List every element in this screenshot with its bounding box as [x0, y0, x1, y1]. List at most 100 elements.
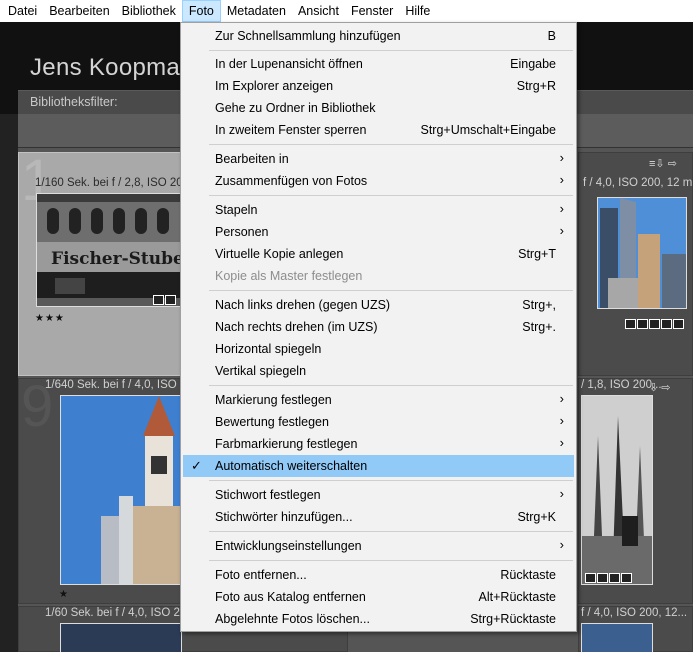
menu-item-label: In zweitem Fenster sperren [215, 123, 367, 137]
menu-item-zweites-fenster[interactable]: In zweitem Fenster sperren Strg+Umschalt… [183, 119, 574, 141]
left-panel-collapsed[interactable]: ◂ [0, 114, 18, 652]
menu-hilfe[interactable]: Hilfe [399, 0, 436, 22]
menu-item-label: Personen [215, 225, 269, 239]
menu-item-shortcut: B [547, 29, 556, 43]
menu-item-label: Virtuelle Kopie anlegen [215, 247, 344, 261]
menu-item-virtuelle-kopie[interactable]: Virtuelle Kopie anlegen Strg+T [183, 243, 574, 265]
menu-item-kopie-als-master: Kopie als Master festlegen [183, 265, 574, 287]
submenu-arrow-icon: › [559, 391, 564, 406]
menu-item-abgelehnte-loeschen[interactable]: Abgelehnte Fotos löschen... Strg+Rücktas… [183, 608, 574, 630]
menu-separator [209, 195, 573, 196]
menu-item-rechts-drehen[interactable]: Nach rechts drehen (im UZS) Strg+. [183, 316, 574, 338]
menu-item-shortcut: Strg+Umschalt+Eingabe [420, 123, 557, 137]
menu-item-aus-katalog-entfernen[interactable]: Foto aus Katalog entfernen Alt+Rücktaste [183, 586, 574, 608]
menu-foto[interactable]: Foto [181, 0, 221, 22]
cell-caption: 1/640 Sek. bei f / 4,0, ISO 2 [45, 379, 187, 391]
menubar: Datei Bearbeiten Bibliothek Foto Metadat… [0, 0, 693, 22]
menu-item-foto-entfernen[interactable]: Foto entfernen... Rücktaste [183, 564, 574, 586]
menu-item-automatisch-weiterschalten[interactable]: ✓ Automatisch weiterschalten [183, 455, 574, 477]
cell-corner-icons[interactable]: ≡⇩ ⇨ [649, 157, 677, 170]
menu-item-label: Stichwörter hinzufügen... [215, 510, 353, 524]
menu-item-label: Bearbeiten in [215, 152, 289, 166]
grid-cell[interactable]: ⇩ ⇨ / 1,8, ISO 200... [578, 378, 693, 604]
menu-item-gehe-zu-ordner[interactable]: Gehe zu Ordner in Bibliothek [183, 97, 574, 119]
menu-item-zusammenfuegen[interactable]: Zusammenfügen von Fotos › [183, 170, 574, 192]
menu-separator [209, 560, 573, 561]
menu-item-personen[interactable]: Personen › [183, 221, 574, 243]
menu-item-shortcut: Strg+T [518, 247, 556, 261]
thumbnail-trees-bw[interactable] [581, 395, 653, 585]
menu-metadaten[interactable]: Metadaten [221, 0, 292, 22]
menu-item-label: Horizontal spiegeln [215, 342, 322, 356]
menu-item-bearbeiten-in[interactable]: Bearbeiten in › [183, 148, 574, 170]
star-rating[interactable]: ★★★ [35, 313, 65, 324]
submenu-arrow-icon: › [559, 172, 564, 187]
menu-item-label: Nach links drehen (gegen UZS) [215, 298, 391, 312]
thumbnail-fischer-stuben[interactable]: Fischer-Stube [36, 193, 184, 307]
menu-item-bewertung[interactable]: Bewertung festlegen › [183, 411, 574, 433]
menu-item-label: Nach rechts drehen (im UZS) [215, 320, 378, 334]
menu-item-label: Im Explorer anzeigen [215, 79, 334, 93]
menu-item-shortcut: Eingabe [510, 57, 556, 71]
submenu-arrow-icon: › [559, 537, 564, 552]
menu-item-farbmarkierung[interactable]: Farbmarkierung festlegen › [183, 433, 574, 455]
photo-trees-svg [582, 396, 652, 584]
svg-text:Fischer-Stube: Fischer-Stube [51, 249, 184, 269]
menu-item-label: Zusammenfügen von Fotos [215, 174, 368, 188]
menu-item-explorer[interactable]: Im Explorer anzeigen Strg+R [183, 75, 574, 97]
menu-item-shortcut: Alt+Rücktaste [478, 590, 556, 604]
menu-datei[interactable]: Datei [2, 0, 43, 22]
menu-item-label: Foto aus Katalog entfernen [215, 590, 366, 604]
menu-item-shortcut: Strg+. [522, 320, 556, 334]
library-filter-label: Bibliotheksfilter: [30, 95, 118, 109]
foto-dropdown-menu: Zur Schnellsammlung hinzufügen B In der … [180, 22, 577, 632]
thumbnail-row3-right[interactable] [581, 623, 653, 652]
menu-item-stapeln[interactable]: Stapeln › [183, 199, 574, 221]
thumbnail-badges [625, 319, 684, 329]
menu-item-stichwort-festlegen[interactable]: Stichwort festlegen › [183, 484, 574, 506]
menu-item-stichwoerter-hinzufuegen[interactable]: Stichwörter hinzufügen... Strg+K [183, 506, 574, 528]
menu-item-label: Gehe zu Ordner in Bibliothek [215, 101, 376, 115]
cell-caption: f / 4,0, ISO 200, 12... [581, 607, 688, 619]
menu-item-entwicklungseinstellungen[interactable]: Entwicklungseinstellungen › [183, 535, 574, 557]
menu-item-shortcut: Strg+, [522, 298, 556, 312]
menu-item-markierung[interactable]: Markierung festlegen › [183, 389, 574, 411]
menu-fenster[interactable]: Fenster [345, 0, 399, 22]
menu-item-schnellsammlung[interactable]: Zur Schnellsammlung hinzufügen B [183, 25, 574, 47]
menu-bibliothek[interactable]: Bibliothek [116, 0, 182, 22]
menu-item-label: Kopie als Master festlegen [215, 269, 363, 283]
submenu-arrow-icon: › [559, 486, 564, 501]
menu-separator [209, 480, 573, 481]
grid-cell[interactable]: f / 4,0, ISO 200, 12... [578, 606, 693, 652]
menu-item-lupenansicht[interactable]: In der Lupenansicht öffnen Eingabe [183, 53, 574, 75]
star-rating[interactable]: ★ [59, 589, 69, 600]
menu-item-label: Farbmarkierung festlegen [215, 437, 358, 451]
menu-separator [209, 144, 573, 145]
menu-item-label: Entwicklungseinstellungen [215, 539, 362, 553]
thumbnail-row3[interactable] [60, 623, 182, 652]
menu-item-label: Stichwort festlegen [215, 488, 321, 502]
menu-bearbeiten[interactable]: Bearbeiten [43, 0, 115, 22]
menu-item-horizontal-spiegeln[interactable]: Horizontal spiegeln [183, 338, 574, 360]
thumbnail-church-tower[interactable] [60, 395, 182, 585]
submenu-arrow-icon: › [559, 201, 564, 216]
menu-separator [209, 290, 573, 291]
menu-item-links-drehen[interactable]: Nach links drehen (gegen UZS) Strg+, [183, 294, 574, 316]
menu-item-vertikal-spiegeln[interactable]: Vertikal spiegeln [183, 360, 574, 382]
menu-item-label: Vertikal spiegeln [215, 364, 307, 378]
menu-item-label: Automatisch weiterschalten [215, 459, 368, 473]
checkmark-icon: ✓ [191, 458, 202, 473]
menu-item-label: Zur Schnellsammlung hinzufügen [215, 29, 401, 43]
thumbnail-skyscrapers[interactable] [597, 197, 687, 309]
menu-item-shortcut: Strg+Rücktaste [470, 612, 556, 626]
cell-caption: 1/160 Sek. bei f / 2,8, ISO 200 [35, 177, 190, 189]
menu-item-label: Abgelehnte Fotos löschen... [215, 612, 370, 626]
menu-ansicht[interactable]: Ansicht [292, 0, 345, 22]
menu-item-shortcut: Strg+K [517, 510, 556, 524]
photo-skyscrapers-svg [598, 198, 686, 308]
cell-caption: / 1,8, ISO 200... [581, 379, 662, 391]
grid-cell[interactable]: ≡⇩ ⇨ f / 4,0, ISO 200, 12 m... [578, 152, 693, 376]
photo-church-svg [61, 396, 181, 584]
photo-building-svg: Fischer-Stube [37, 194, 184, 306]
identity-plate: Jens Koopmar [30, 54, 189, 81]
